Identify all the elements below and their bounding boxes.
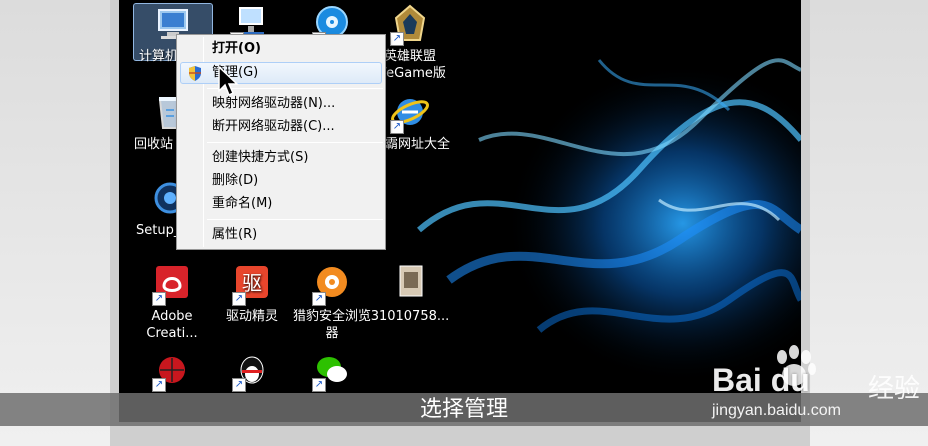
- baidu-watermark-logo: Bai du: [712, 362, 810, 398]
- watermark-url: jingyan.baidu.com: [712, 402, 841, 419]
- menu-separator: [207, 142, 383, 143]
- adobe-creative-cloud-icon: ↗: [152, 264, 192, 306]
- desktop-icon-cheetah[interactable]: ↗ 猎豹安全浏览 器: [292, 264, 372, 342]
- jingyan-watermark: 经验: [868, 374, 921, 404]
- desktop-icon-wechat[interactable]: ↗: [292, 350, 372, 394]
- menu-item-disconnect-drive[interactable]: 断开网络驱动器(C)...: [180, 116, 382, 138]
- driver-genius-icon: 驱 ↗: [232, 264, 272, 306]
- desktop-icon-image-file[interactable]: 31010758...: [370, 264, 450, 325]
- menu-separator: [207, 219, 383, 220]
- uac-shield-icon: [189, 66, 201, 81]
- context-menu: 打开(O) 管理(G) 映射网络驱动器(N)... 断开网络驱动器(C)... …: [176, 34, 386, 250]
- desktop-icon-adobe[interactable]: ↗ Adobe Creati...: [132, 264, 212, 342]
- spiderman-icon: ↗: [152, 350, 192, 392]
- menu-item-create-shortcut[interactable]: 创建快捷方式(S): [180, 147, 382, 169]
- menu-item-manage[interactable]: 管理(G): [180, 62, 382, 84]
- league-of-legends-icon: ↗: [390, 4, 430, 46]
- menu-item-open[interactable]: 打开(O): [180, 38, 382, 60]
- desktop-icon-qq[interactable]: ↗: [212, 350, 292, 394]
- mouse-cursor-icon: [218, 66, 239, 97]
- desktop-icon-label: 驱动精灵: [225, 309, 278, 324]
- desktop-icon-driver-genius[interactable]: 驱 ↗ 驱动精灵: [212, 264, 292, 325]
- image-file-icon: [390, 264, 430, 304]
- desktop-icon-spiderman[interactable]: ↗: [132, 350, 212, 394]
- internet-explorer-icon: ↗: [390, 92, 430, 134]
- menu-item-delete[interactable]: 删除(D): [180, 170, 382, 192]
- desktop-icon-label: 猎豹安全浏览 器: [292, 309, 371, 341]
- menu-item-properties[interactable]: 属性(R): [180, 224, 382, 246]
- qq-icon: ↗: [232, 350, 272, 392]
- menu-item-rename[interactable]: 重命名(M): [180, 193, 382, 215]
- desktop-icon-label: 31010758...: [370, 309, 450, 324]
- menu-item-map-drive[interactable]: 映射网络驱动器(N)...: [180, 93, 382, 115]
- wechat-icon: ↗: [312, 350, 352, 392]
- desktop-icon-label: Adobe Creati...: [146, 309, 198, 341]
- cheetah-browser-icon: ↗: [312, 264, 352, 306]
